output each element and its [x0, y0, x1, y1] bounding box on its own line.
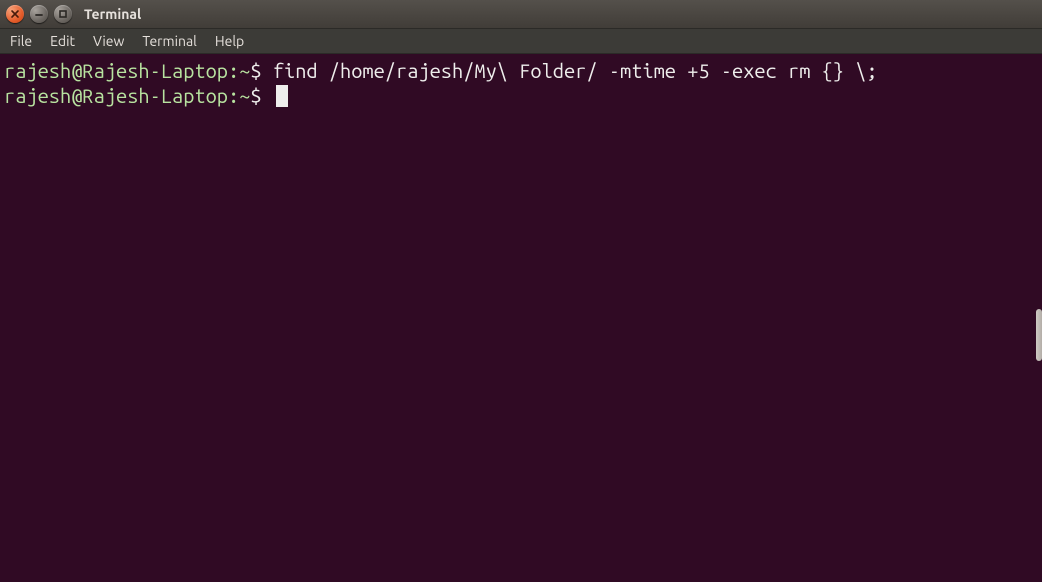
minimize-icon[interactable] [30, 5, 48, 23]
menu-edit[interactable]: Edit [50, 33, 75, 49]
close-icon[interactable] [6, 5, 24, 23]
terminal-window: Terminal File Edit View Terminal Help ra… [0, 0, 1042, 582]
maximize-icon[interactable] [54, 5, 72, 23]
prompt: rajesh@Rajesh-Laptop:~ [4, 59, 250, 82]
prompt-dollar: $ [250, 84, 272, 107]
titlebar[interactable]: Terminal [0, 0, 1042, 28]
scrollbar-thumb[interactable] [1036, 309, 1042, 361]
prompt: rajesh@Rajesh-Laptop:~ [4, 84, 250, 107]
terminal-area[interactable]: rajesh@Rajesh-Laptop:~$ find /home/rajes… [0, 54, 1042, 582]
menu-terminal[interactable]: Terminal [142, 33, 197, 49]
menu-view[interactable]: View [93, 33, 124, 49]
menu-help[interactable]: Help [215, 33, 244, 49]
command: find /home/rajesh/My\ Folder/ -mtime +5 … [273, 59, 878, 82]
cursor-block [276, 85, 288, 107]
menubar: File Edit View Terminal Help [0, 28, 1042, 54]
prompt-dollar: $ [250, 59, 272, 82]
menu-file[interactable]: File [10, 33, 32, 49]
window-title: Terminal [84, 6, 141, 22]
